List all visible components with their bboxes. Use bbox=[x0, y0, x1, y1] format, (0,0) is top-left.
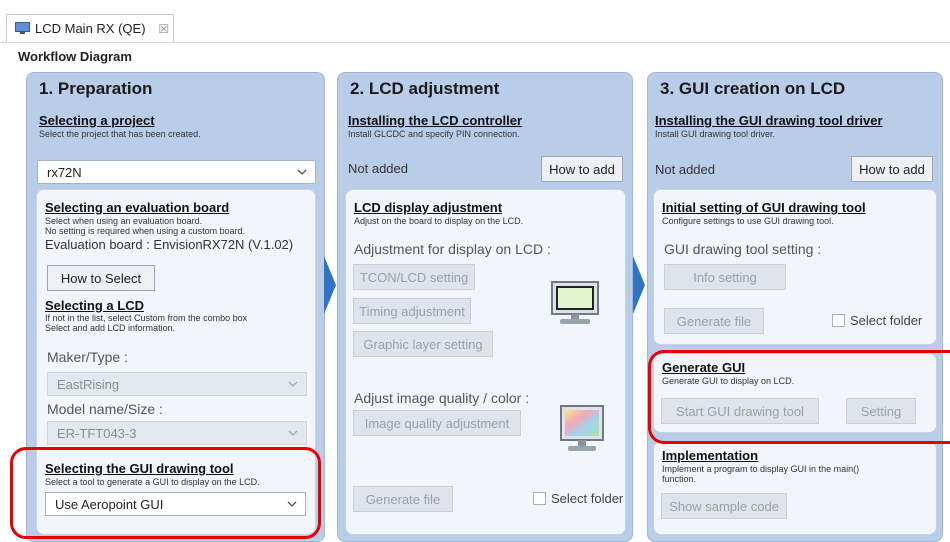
editor-tab[interactable]: LCD Main RX (QE) ☒ bbox=[6, 14, 174, 42]
implementation-title: Implementation bbox=[662, 448, 759, 463]
lcd-controller-desc: Install GLCDC and specify PIN connection… bbox=[348, 129, 520, 139]
generate-gui-highlight bbox=[648, 350, 950, 444]
timing-adjustment-button[interactable]: Timing adjustment bbox=[353, 298, 471, 324]
tab-title: LCD Main RX (QE) bbox=[35, 21, 146, 36]
info-setting-button[interactable]: Info setting bbox=[664, 264, 786, 290]
graphic-layer-setting-button[interactable]: Graphic layer setting bbox=[353, 331, 493, 357]
tcon-lcd-setting-button[interactable]: TCON/LCD setting bbox=[353, 264, 475, 290]
gui-creation-column: 3. GUI creation on LCD Installing the GU… bbox=[647, 72, 943, 542]
model-name-value: ER-TFT043-3 bbox=[57, 425, 137, 441]
generate-file-button[interactable]: Generate file bbox=[353, 486, 453, 512]
gui-creation-title: 3. GUI creation on LCD bbox=[660, 79, 846, 98]
gui-tool-setting-label: GUI drawing tool setting : bbox=[664, 241, 822, 257]
quality-color-label: Adjust image quality / color : bbox=[354, 390, 530, 406]
how-to-select-button[interactable]: How to Select bbox=[47, 265, 155, 291]
lcd-adjustment-title: 2. LCD adjustment bbox=[350, 79, 500, 98]
evaluation-board-value: Evaluation board : EnvisionRX72N (V.1.02… bbox=[45, 237, 294, 252]
chevron-down-icon bbox=[288, 430, 298, 436]
selecting-lcd-desc-2: Select and add LCD information. bbox=[45, 323, 176, 333]
lcd-display-adjustment-desc: Adjust on the board to display on the LC… bbox=[354, 216, 524, 226]
project-combo-value: rx72N bbox=[47, 164, 82, 180]
project-combo[interactable]: rx72N bbox=[37, 160, 316, 184]
preparation-title: 1. Preparation bbox=[39, 79, 153, 98]
initial-setting-title: Initial setting of GUI drawing tool bbox=[662, 200, 866, 215]
lcd-adjustment-inner-panel: LCD display adjustment Adjust on the boa… bbox=[345, 189, 626, 535]
gui-driver-title: Installing the GUI drawing tool driver bbox=[655, 113, 883, 128]
lcd-monitor-icon bbox=[551, 281, 599, 324]
monitor-icon bbox=[15, 22, 30, 34]
selecting-project-title: Selecting a project bbox=[39, 113, 155, 128]
gui-tool-highlight bbox=[10, 447, 321, 539]
select-folder-label: Select folder bbox=[850, 313, 923, 328]
model-name-combo[interactable]: ER-TFT043-3 bbox=[47, 421, 307, 445]
lcd-adjustment-column: 2. LCD adjustment Installing the LCD con… bbox=[337, 72, 633, 542]
selecting-lcd-desc-1: If not in the list, select Custom from t… bbox=[45, 313, 248, 323]
select-folder-checkbox[interactable]: Select folder bbox=[533, 491, 623, 506]
chevron-down-icon bbox=[297, 169, 307, 175]
how-to-add-button[interactable]: How to add bbox=[851, 156, 933, 182]
implementation-panel: Implementation Implement a program to di… bbox=[653, 441, 937, 535]
select-folder-label: Select folder bbox=[551, 491, 624, 506]
implementation-desc-2: function. bbox=[662, 474, 697, 484]
flow-arrow-icon bbox=[633, 256, 645, 314]
select-folder-checkbox[interactable]: Select folder bbox=[832, 313, 922, 328]
workflow-title: Workflow Diagram bbox=[18, 49, 132, 64]
show-sample-code-button[interactable]: Show sample code bbox=[661, 493, 787, 519]
initial-setting-panel: Initial setting of GUI drawing tool Conf… bbox=[653, 189, 937, 345]
lcd-controller-title: Installing the LCD controller bbox=[348, 113, 523, 128]
how-to-add-button[interactable]: How to add bbox=[541, 156, 623, 182]
flow-arrow-icon bbox=[324, 256, 336, 314]
evaluation-board-title: Selecting an evaluation board bbox=[45, 200, 230, 215]
checkbox-box[interactable] bbox=[533, 492, 546, 505]
image-quality-adjustment-button[interactable]: Image quality adjustment bbox=[353, 410, 521, 436]
display-adjustment-label: Adjustment for display on LCD : bbox=[354, 241, 551, 257]
initial-setting-desc: Configure settings to use GUI drawing to… bbox=[662, 216, 834, 226]
selecting-lcd-title: Selecting a LCD bbox=[45, 298, 144, 313]
editor-tab-bar: LCD Main RX (QE) ☒ bbox=[0, 0, 950, 44]
selecting-project-desc: Select the project that has been created… bbox=[39, 129, 201, 139]
lcd-controller-status: Not added bbox=[348, 161, 408, 176]
close-icon[interactable]: ☒ bbox=[159, 22, 170, 36]
checkbox-box[interactable] bbox=[832, 314, 845, 327]
lcd-display-adjustment-title: LCD display adjustment bbox=[354, 200, 503, 215]
gui-driver-desc: Install GUI drawing tool driver. bbox=[655, 129, 776, 139]
model-name-label: Model name/Size : bbox=[47, 401, 163, 417]
maker-type-label: Maker/Type : bbox=[47, 349, 128, 365]
implementation-desc-1: Implement a program to display GUI in th… bbox=[662, 464, 860, 474]
gui-driver-status: Not added bbox=[655, 162, 715, 177]
maker-type-combo[interactable]: EastRising bbox=[47, 372, 307, 396]
generate-file-button[interactable]: Generate file bbox=[664, 308, 764, 334]
maker-type-value: EastRising bbox=[57, 376, 120, 392]
color-monitor-icon bbox=[560, 405, 604, 451]
evaluation-board-desc-2: No setting is required when using a cust… bbox=[45, 226, 246, 236]
chevron-down-icon bbox=[288, 381, 298, 387]
evaluation-board-desc-1: Select when using an evaluation board. bbox=[45, 216, 203, 226]
